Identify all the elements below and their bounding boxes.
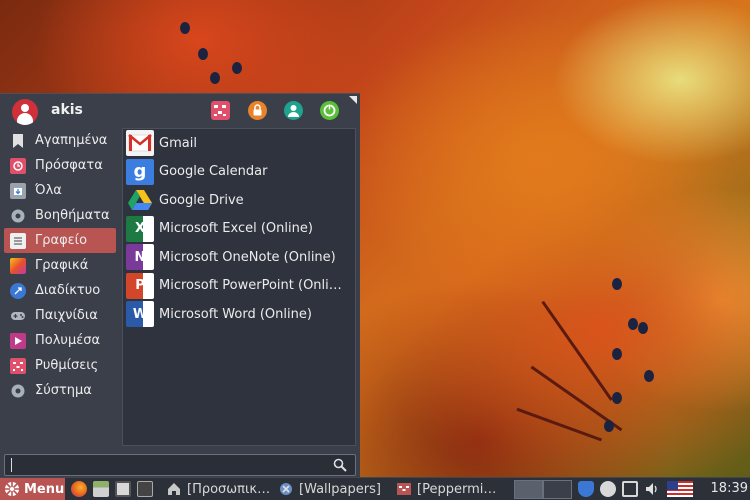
category-recent[interactable]: Πρόσφατα — [4, 153, 116, 178]
security-shield-icon[interactable] — [578, 481, 594, 497]
google-drive-icon — [126, 187, 154, 213]
menu-header: akis — [0, 94, 360, 128]
app-excel[interactable]: X Microsoft Excel (Online) — [123, 215, 355, 244]
volume-icon[interactable] — [644, 481, 660, 497]
us-flag-icon[interactable] — [667, 481, 693, 497]
category-label: Βοηθήματα — [35, 208, 110, 223]
lock-button[interactable] — [248, 101, 267, 120]
category-internet[interactable]: Διαδίκτυο — [4, 278, 116, 303]
app-label: Microsoft Word (Online) — [159, 306, 312, 322]
menu-button[interactable]: Menu — [0, 477, 65, 500]
menu-button-label: Menu — [24, 481, 65, 497]
task-peppermint[interactable]: [Peppermi… — [392, 479, 510, 500]
workspace-switcher[interactable] — [514, 479, 572, 499]
category-graphics[interactable]: Γραφικά — [4, 253, 116, 278]
terminal-launcher[interactable] — [115, 481, 131, 497]
onenote-icon: N — [126, 244, 154, 271]
task-label: [Peppermi… — [417, 481, 497, 497]
app-label: Microsoft Excel (Online) — [159, 221, 313, 237]
graphics-icon — [10, 257, 26, 274]
all-apps-icon — [10, 182, 26, 199]
app-powerpoint[interactable]: P Microsoft PowerPoint (Onli… — [123, 272, 355, 301]
logout-button[interactable] — [320, 101, 339, 120]
workspace-2[interactable] — [543, 479, 572, 499]
app-label: Microsoft PowerPoint (Onli… — [159, 278, 342, 294]
excel-icon: X — [126, 215, 154, 242]
clock[interactable]: 18:39 — [711, 481, 748, 496]
category-all[interactable]: Όλα — [4, 178, 116, 203]
app-google-calendar[interactable]: g Google Calendar — [123, 158, 355, 187]
category-label: Πολυμέσα — [35, 333, 101, 348]
google-calendar-icon: g — [126, 158, 154, 185]
settings-icon — [10, 357, 26, 374]
app-gmail[interactable]: Gmail — [123, 129, 355, 158]
taskbar: Menu [Προσωπικ… [Wallpapers] [Peppermi… … — [0, 477, 750, 500]
logout-icon — [323, 104, 336, 117]
category-label: Σύστημα — [35, 383, 92, 398]
app-label: Google Calendar — [159, 164, 268, 180]
user-switch-icon — [288, 105, 299, 117]
peppermint-logo-icon — [5, 482, 19, 496]
category-office[interactable]: Γραφείο — [4, 228, 116, 253]
username: akis — [51, 102, 83, 118]
application-menu: akis Αγαπημένα Πρόσφατα Όλα Βοηθήματα Γρ… — [0, 93, 360, 477]
system-icon — [10, 383, 26, 399]
category-settings[interactable]: Ρυθμίσεις — [4, 353, 116, 378]
workspace-1[interactable] — [514, 479, 543, 499]
internet-icon — [10, 282, 26, 299]
category-label: Όλα — [35, 183, 62, 198]
search-icon[interactable] — [333, 458, 347, 472]
file-manager-launcher[interactable] — [93, 481, 109, 497]
display-icon[interactable] — [622, 481, 638, 497]
games-icon — [10, 308, 26, 324]
avatar[interactable] — [12, 99, 38, 125]
app-label: Gmail — [159, 135, 197, 151]
wallpapers-icon — [280, 483, 292, 495]
powerpoint-icon: P — [126, 272, 154, 299]
category-list: Αγαπημένα Πρόσφατα Όλα Βοηθήματα Γραφείο — [0, 128, 122, 403]
task-label: [Wallpapers] — [299, 481, 381, 497]
category-favorites[interactable]: Αγαπημένα — [4, 128, 116, 153]
office-icon — [10, 232, 26, 249]
application-list: Gmail g Google Calendar Google Drive X M… — [122, 128, 356, 446]
multimedia-icon — [10, 332, 26, 349]
category-label: Ρυθμίσεις — [35, 358, 99, 373]
firefox-launcher[interactable] — [71, 481, 87, 497]
settings-icon — [214, 105, 226, 116]
gmail-icon — [126, 130, 154, 157]
category-multimedia[interactable]: Πολυμέσα — [4, 328, 116, 353]
settings-button[interactable] — [211, 101, 230, 120]
app-label: Google Drive — [159, 192, 244, 208]
text-cursor — [11, 458, 12, 472]
app-word[interactable]: W Microsoft Word (Online) — [123, 300, 355, 329]
app-label: Microsoft OneNote (Online) — [159, 249, 336, 265]
search-field[interactable] — [4, 454, 356, 476]
task-label: [Προσωπικ… — [187, 481, 271, 497]
category-games[interactable]: Παιχνίδια — [4, 303, 116, 328]
category-label: Γραφείο — [35, 233, 88, 248]
peppermint-icon — [397, 483, 411, 495]
category-accessories[interactable]: Βοηθήματα — [4, 203, 116, 228]
category-label: Διαδίκτυο — [35, 283, 101, 298]
lock-icon — [253, 104, 262, 116]
update-manager-icon[interactable] — [600, 481, 616, 497]
category-label: Αγαπημένα — [35, 133, 108, 148]
category-label: Πρόσφατα — [35, 158, 103, 173]
bookmark-icon — [10, 133, 26, 149]
task-home-folder[interactable]: [Προσωπικ… — [162, 479, 274, 500]
app-google-drive[interactable]: Google Drive — [123, 186, 355, 215]
media-launcher[interactable] — [137, 481, 153, 497]
home-folder-icon — [168, 483, 180, 495]
task-wallpapers[interactable]: [Wallpapers] — [274, 479, 392, 500]
category-label: Γραφικά — [35, 258, 89, 273]
switch-user-button[interactable] — [284, 101, 303, 120]
category-label: Παιχνίδια — [35, 308, 98, 323]
recent-icon — [10, 157, 26, 174]
app-onenote[interactable]: N Microsoft OneNote (Online) — [123, 243, 355, 272]
word-icon: W — [126, 301, 154, 328]
category-system[interactable]: Σύστημα — [4, 378, 116, 403]
accessories-icon — [10, 208, 26, 224]
